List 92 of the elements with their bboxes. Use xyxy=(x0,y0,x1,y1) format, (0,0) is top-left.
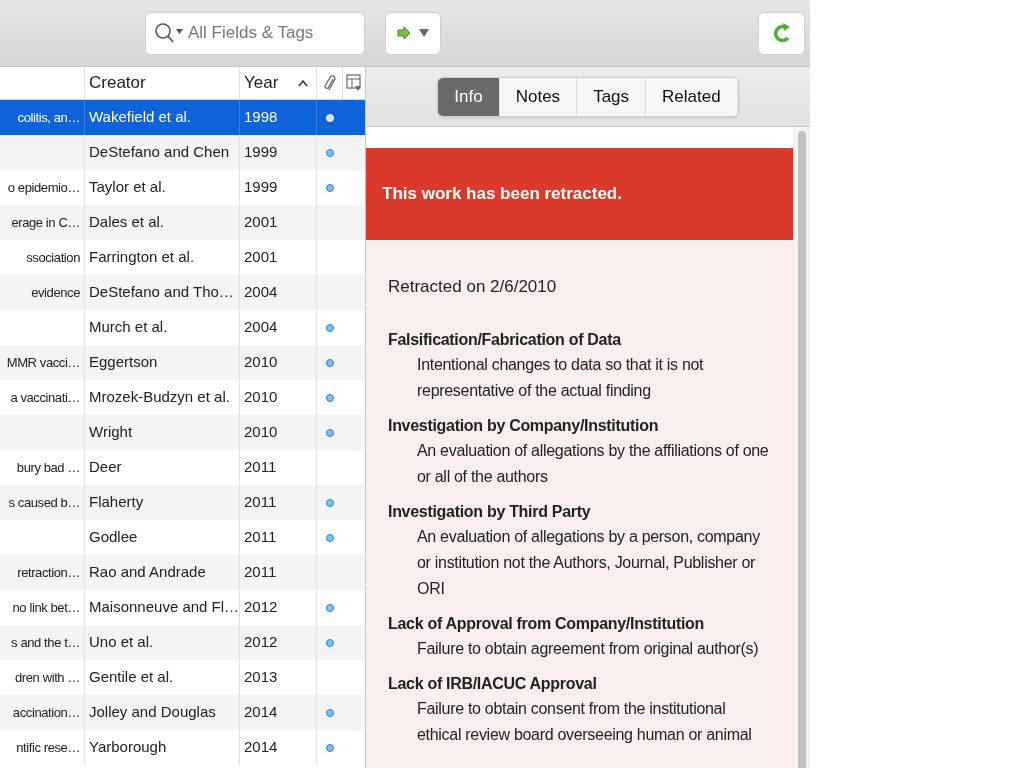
table-cell-text: Jolley and Douglas xyxy=(89,702,216,723)
table-cell-text: Mrozek-Budzyn et al. xyxy=(89,387,230,408)
table-cell-text: 2004 xyxy=(244,282,278,303)
column-header[interactable]: Creator xyxy=(85,67,240,99)
table-cell-text: 2011 xyxy=(244,562,277,583)
table-cell-text: evidence xyxy=(31,283,80,302)
table-cell-text: Dales et al. xyxy=(89,212,165,233)
table-row[interactable]: s and the t… Uno et al. 2012 xyxy=(0,625,365,660)
table-cell-text: DeStefano and Chen xyxy=(89,142,230,163)
sync-icon xyxy=(771,21,792,45)
scrollbar-thumb[interactable] xyxy=(797,131,806,768)
table-cell-text: a vaccinati… xyxy=(10,388,80,407)
tab[interactable]: Related xyxy=(646,77,738,116)
table-cell-text: 2010 xyxy=(244,422,278,443)
table-cell-text: colitis, an… xyxy=(17,108,80,127)
table-cell-text: accination… xyxy=(12,703,80,722)
search-field[interactable]: All Fields & Tags xyxy=(145,11,365,55)
retraction-date: Retracted on 2/6/2010 xyxy=(388,276,558,298)
table-row[interactable]: s caused b… Flaherty 2011 xyxy=(0,485,365,520)
table-cell-text: Eggertson xyxy=(89,352,158,373)
table-cell-text: 2011 xyxy=(244,457,277,478)
table-row[interactable]: accination… Jolley and Douglas 2014 xyxy=(0,695,365,730)
table-cell-text: retraction… xyxy=(17,563,80,582)
table-row[interactable]: colitis, an… Wakefield et al. 1998 xyxy=(0,100,365,135)
reason-title: Lack of IRB/IACUC Approval xyxy=(388,673,598,694)
search-input[interactable]: All Fields & Tags xyxy=(188,20,356,46)
table-cell-text: Wakefield et al. xyxy=(89,107,191,128)
reason-title: Lack of Approval from Company/Institution xyxy=(388,613,705,634)
tab[interactable]: Notes xyxy=(499,77,578,116)
reason-title: Falsification/Fabrication of Data xyxy=(388,329,623,350)
table-row[interactable]: DeStefano and Chen 1999 xyxy=(0,135,365,170)
column-picker-icon[interactable] xyxy=(346,74,362,92)
sync-button[interactable] xyxy=(758,11,805,55)
reason-description: Failure to obtain consent from the institutional ethical review board overseeing human or animal xyxy=(416,698,753,745)
reason-title: Investigation by Third Party xyxy=(388,501,592,522)
table-cell-text: Rao and Andrade xyxy=(89,562,206,583)
table-cell-text: 2013 xyxy=(244,667,278,688)
table-cell-text: ntific rese… xyxy=(16,738,80,757)
paperclip-icon xyxy=(323,73,336,93)
table-cell-text: 2011 xyxy=(244,492,277,513)
table-cell-text: 1999 xyxy=(244,142,278,163)
table-cell-text: 2004 xyxy=(244,317,278,338)
table-cell-text: Taylor et al. xyxy=(89,177,166,198)
table-cell-text: Deer xyxy=(89,457,122,478)
table-cell-text: bury bad … xyxy=(16,458,80,477)
locate-button[interactable] xyxy=(385,11,441,55)
table-row[interactable]: erage in C… Dales et al. 2001 xyxy=(0,205,365,240)
reason-description: Intentional changes to data so that it is not representative of the actual finding xyxy=(416,354,705,401)
table-row[interactable]: retraction… Rao and Andrade 2011 xyxy=(0,555,365,590)
table-row[interactable]: evidence DeStefano and Tho… 2004 xyxy=(0,275,365,310)
table-cell-text: Uno et al. xyxy=(89,632,154,653)
table-cell-text: ssociation xyxy=(26,248,80,267)
arrow-right-icon xyxy=(397,26,411,40)
reason-description: An evaluation of allegations by the affiliations of one or all of the authors xyxy=(416,440,770,487)
table-cell-text: Godlee xyxy=(89,527,138,548)
table-cell-text: o epidemio… xyxy=(7,178,80,197)
table-row[interactable]: MMR vacci… Eggertson 2010 xyxy=(0,345,365,380)
column-header[interactable]: Year xyxy=(240,67,317,99)
table-cell-text: 2014 xyxy=(244,737,278,758)
table-cell-text: 2014 xyxy=(244,702,278,723)
table-cell-text: MMR vacci… xyxy=(6,353,80,372)
table-cell-text: s caused b… xyxy=(8,493,80,512)
caret-icon xyxy=(419,29,429,37)
table-cell-text: 1999 xyxy=(244,177,278,198)
table-cell-text: no link bet… xyxy=(12,598,80,617)
reason-description: An evaluation of allegations by a person, company or institution not the Authors, Journal, Publisher or ORI xyxy=(416,526,761,599)
table-cell-text: 2010 xyxy=(244,352,278,373)
tab[interactable]: Info xyxy=(438,77,500,116)
table-cell-text: Flaherty xyxy=(89,492,144,513)
table-cell-text: 2012 xyxy=(244,632,278,653)
reason-title: Investigation by Company/Institution xyxy=(388,415,660,436)
table-cell-text: Gentile et al. xyxy=(89,667,174,688)
table-cell-text: 2010 xyxy=(244,387,278,408)
table-cell-text: Murch et al. xyxy=(89,317,168,338)
table-row[interactable]: Wright 2010 xyxy=(0,415,365,450)
table-cell-text: 2001 xyxy=(244,212,278,233)
table-cell-text: 1998 xyxy=(244,107,278,128)
table-cell-text: Yarborough xyxy=(89,737,167,758)
table-cell-text: Wright xyxy=(89,422,133,443)
table-cell-text: DeStefano and Tho… xyxy=(89,282,234,303)
reason-description: Failure to obtain agreement from original author(s) xyxy=(416,638,760,659)
table-cell-text: s and the t… xyxy=(11,633,80,652)
table-cell-text: 2012 xyxy=(244,597,278,618)
table-cell-text: dren with … xyxy=(15,668,80,687)
table-cell-text: Maisonneuve and Fl… xyxy=(89,597,240,618)
table-cell-text: 2001 xyxy=(244,247,278,268)
search-icon xyxy=(154,21,184,45)
table-cell-text: erage in C… xyxy=(11,213,80,232)
tab[interactable]: Tags xyxy=(577,77,647,116)
table-cell-text: 2011 xyxy=(244,527,277,548)
table-cell-text: Farrington et al. xyxy=(89,247,195,268)
banner-text: This work has been retracted. xyxy=(382,183,622,206)
